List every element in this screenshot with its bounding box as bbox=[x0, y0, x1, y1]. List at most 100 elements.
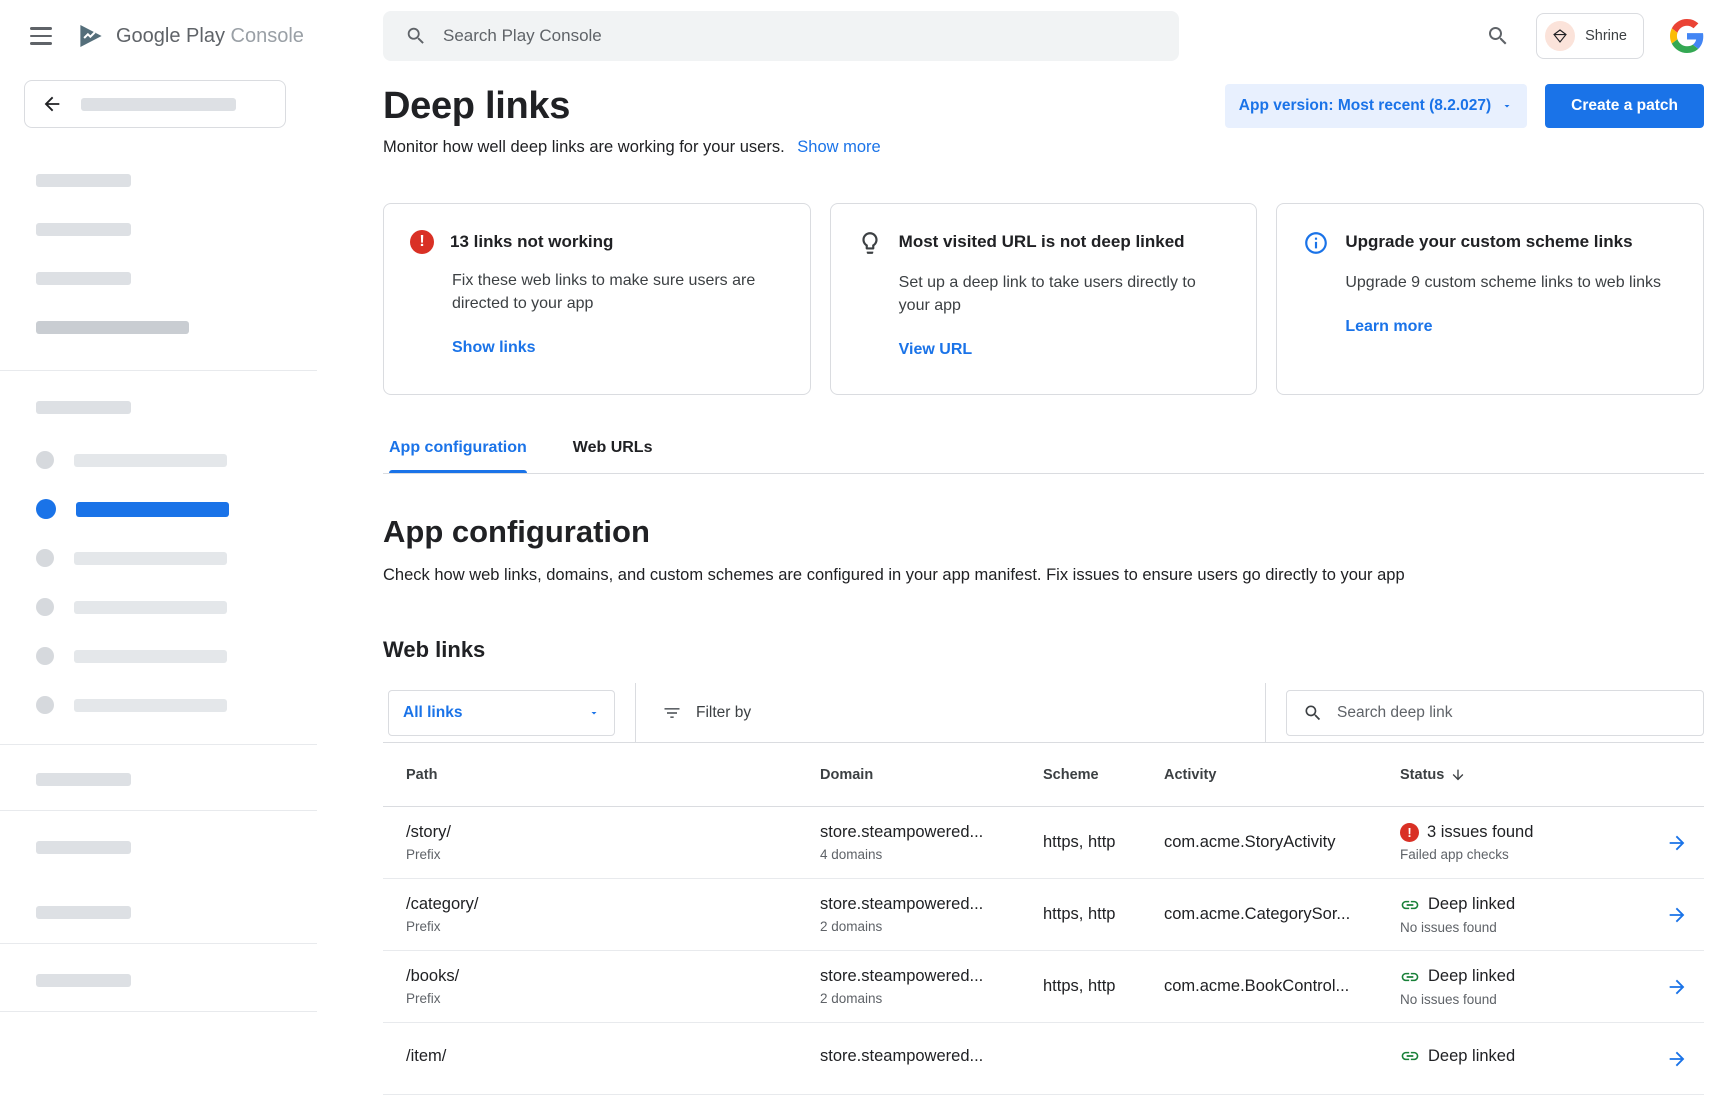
sidebar-nav-list bbox=[36, 450, 317, 715]
sidebar-skeleton-bar bbox=[36, 773, 131, 786]
status-cell: Deep linked No issues found bbox=[1400, 895, 1650, 935]
links-filter-dropdown[interactable]: All links bbox=[388, 690, 615, 736]
table-toolbar: All links Filter by bbox=[383, 683, 1704, 743]
activity-cell: com.acme.StoryActivity bbox=[1164, 833, 1400, 852]
sidebar-skeleton-bar bbox=[36, 272, 131, 285]
column-header-scheme[interactable]: Scheme bbox=[1043, 767, 1164, 783]
domain-cell: store.steampowered... 2 domains bbox=[820, 895, 1043, 934]
search-icon bbox=[405, 25, 427, 47]
page-title: Deep links bbox=[383, 85, 570, 128]
domain-cell: store.steampowered... 2 domains bbox=[820, 967, 1043, 1006]
column-header-status[interactable]: Status bbox=[1400, 767, 1650, 783]
sidebar-divider bbox=[0, 943, 317, 944]
activity-cell: com.acme.BookControl... bbox=[1164, 977, 1400, 996]
table-row[interactable]: /category/ Prefix store.steampowered... … bbox=[383, 879, 1704, 951]
card-most-visited-url: Most visited URL is not deep linked Set … bbox=[830, 203, 1258, 395]
table-row[interactable]: /story/ Prefix store.steampowered... 4 d… bbox=[383, 807, 1704, 879]
error-icon: ! bbox=[410, 230, 434, 254]
deep-link-search-input[interactable] bbox=[1337, 704, 1687, 722]
sidebar-skeleton-bar bbox=[36, 974, 131, 987]
sidebar-skeleton-group bbox=[36, 401, 317, 414]
chevron-down-icon bbox=[1501, 100, 1513, 112]
tab-web-urls[interactable]: Web URLs bbox=[573, 439, 653, 473]
card-title: Upgrade your custom scheme links bbox=[1345, 230, 1632, 252]
sidebar-nav-item[interactable] bbox=[36, 450, 317, 470]
link-icon bbox=[1400, 1046, 1420, 1066]
card-body: Fix these web links to make sure users a… bbox=[452, 269, 784, 315]
status-cell: Deep linked bbox=[1400, 1046, 1650, 1071]
activity-cell: com.acme.CategorySor... bbox=[1164, 905, 1400, 924]
row-detail-arrow[interactable] bbox=[1650, 1048, 1704, 1070]
info-icon bbox=[1303, 230, 1329, 256]
sidebar-skeleton-group bbox=[36, 174, 317, 334]
topbar-right: Shrine bbox=[1486, 13, 1704, 59]
sidebar-skeleton-bar bbox=[36, 841, 131, 854]
web-links-heading: Web links bbox=[383, 637, 1704, 663]
sidebar-nav-item[interactable] bbox=[36, 548, 317, 568]
link-icon bbox=[1400, 895, 1420, 915]
card-upgrade-schemes: Upgrade your custom scheme links Upgrade… bbox=[1276, 203, 1704, 395]
learn-more-link[interactable]: Learn more bbox=[1345, 318, 1432, 336]
row-detail-arrow[interactable] bbox=[1650, 832, 1704, 854]
column-header-activity[interactable]: Activity bbox=[1164, 767, 1400, 783]
menu-icon[interactable] bbox=[30, 27, 52, 45]
path-cell: /story/ Prefix bbox=[406, 823, 820, 862]
content: Deep links App version: Most recent (8.2… bbox=[317, 84, 1728, 1095]
app-version-dropdown[interactable]: App version: Most recent (8.2.027) bbox=[1225, 84, 1527, 128]
arrow-forward-icon bbox=[1666, 976, 1688, 998]
sidebar-skeleton-bar bbox=[81, 98, 236, 111]
insight-cards: ! 13 links not working Fix these web lin… bbox=[383, 203, 1704, 395]
deep-link-search[interactable] bbox=[1286, 690, 1704, 736]
sidebar-skeleton-bar bbox=[36, 401, 131, 414]
sidebar-nav-item[interactable] bbox=[36, 695, 317, 715]
error-icon: ! bbox=[1400, 823, 1419, 842]
scheme-cell: https, http bbox=[1043, 833, 1164, 852]
create-patch-button[interactable]: Create a patch bbox=[1545, 84, 1704, 128]
play-triangle-icon bbox=[76, 21, 106, 51]
sidebar-divider bbox=[0, 744, 317, 745]
show-links-link[interactable]: Show links bbox=[452, 339, 536, 357]
tab-bar: App configuration Web URLs bbox=[383, 439, 1704, 474]
app-switcher-chip[interactable]: Shrine bbox=[1536, 13, 1644, 59]
global-search[interactable] bbox=[383, 11, 1179, 61]
chevron-down-icon bbox=[588, 707, 600, 719]
search-icon[interactable] bbox=[1486, 24, 1510, 48]
arrow-back-icon bbox=[41, 93, 63, 115]
card-body: Upgrade 9 custom scheme links to web lin… bbox=[1345, 271, 1677, 294]
scheme-cell: https, http bbox=[1043, 977, 1164, 996]
shrine-app-icon bbox=[1545, 21, 1575, 51]
table-row[interactable]: /item/ store.steampowered... Deep linked bbox=[383, 1023, 1704, 1095]
main-area: Shrine Deep links App version: Most rece… bbox=[317, 0, 1728, 1080]
filter-icon bbox=[662, 703, 682, 723]
path-cell: /item/ bbox=[406, 1047, 820, 1071]
section-heading: App configuration bbox=[383, 514, 1704, 550]
global-search-input[interactable] bbox=[443, 26, 1157, 46]
scheme-cell: https, http bbox=[1043, 905, 1164, 924]
google-account-avatar[interactable] bbox=[1670, 19, 1704, 53]
tab-app-configuration[interactable]: App configuration bbox=[389, 439, 527, 473]
sidebar-nav-item-active[interactable] bbox=[36, 499, 317, 519]
show-more-link[interactable]: Show more bbox=[797, 138, 880, 156]
sidebar-nav-item[interactable] bbox=[36, 597, 317, 617]
back-button[interactable] bbox=[24, 80, 286, 128]
row-detail-arrow[interactable] bbox=[1650, 976, 1704, 998]
sidebar-nav-item[interactable] bbox=[36, 646, 317, 666]
view-url-link[interactable]: View URL bbox=[899, 341, 973, 359]
column-header-path[interactable]: Path bbox=[406, 767, 820, 783]
page-actions: App version: Most recent (8.2.027) Creat… bbox=[1225, 84, 1704, 128]
table-row[interactable]: /books/ Prefix store.steampowered... 2 d… bbox=[383, 951, 1704, 1023]
lightbulb-icon bbox=[857, 230, 883, 256]
sort-descending-icon bbox=[1450, 767, 1466, 783]
app-switcher-label: Shrine bbox=[1585, 28, 1627, 44]
row-detail-arrow[interactable] bbox=[1650, 904, 1704, 926]
section-description: Check how web links, domains, and custom… bbox=[383, 566, 1704, 585]
sidebar-skeleton-bar bbox=[36, 223, 131, 236]
column-header-domain[interactable]: Domain bbox=[820, 767, 1043, 783]
topbar: Shrine bbox=[317, 0, 1728, 72]
filter-by-button[interactable]: Filter by bbox=[662, 703, 751, 723]
card-title: Most visited URL is not deep linked bbox=[899, 230, 1185, 252]
search-icon bbox=[1303, 703, 1323, 723]
sidebar-header: Google Play Console bbox=[0, 0, 317, 72]
toolbar-divider bbox=[1265, 683, 1266, 743]
arrow-forward-icon bbox=[1666, 832, 1688, 854]
